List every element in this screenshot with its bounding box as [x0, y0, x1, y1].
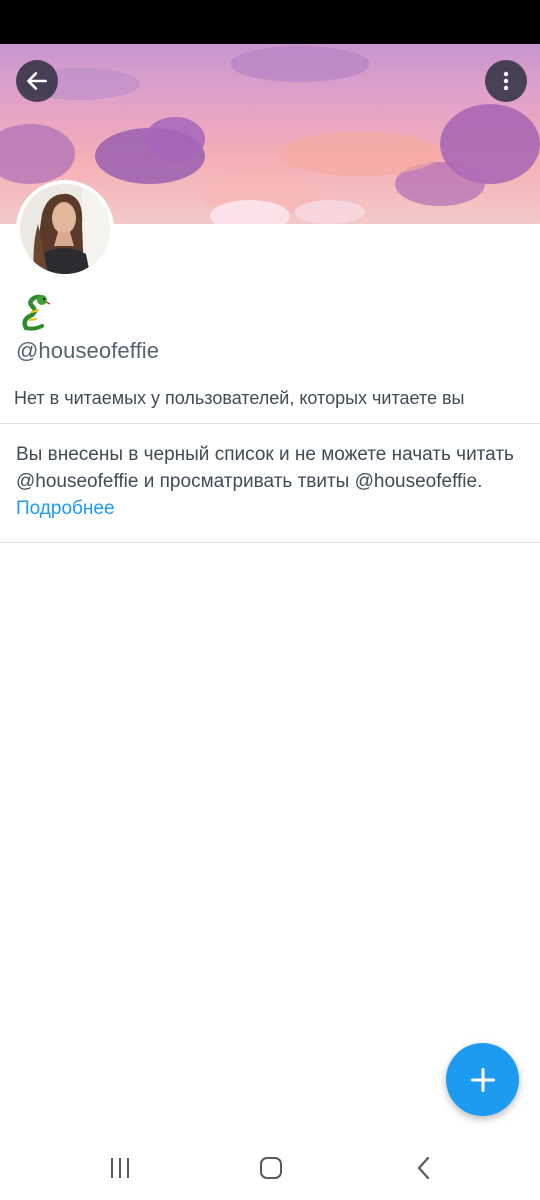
- avatar[interactable]: [16, 180, 114, 278]
- system-navigation-bar: [0, 1136, 540, 1200]
- blocked-notice: Вы внесены в черный список и не можете н…: [16, 441, 516, 522]
- profile-handle: @houseofeffie: [16, 338, 160, 363]
- home-icon: [260, 1157, 282, 1179]
- back-button[interactable]: [16, 60, 58, 102]
- learn-more-link[interactable]: Подробнее: [16, 498, 115, 519]
- blocked-notice-text: Вы внесены в черный список и не можете н…: [16, 444, 514, 492]
- divider: [0, 423, 540, 424]
- arrow-left-icon: [27, 72, 47, 90]
- follow-context-note: Нет в читаемых у пользователей, которых …: [14, 388, 465, 408]
- avatar-image: [20, 184, 110, 274]
- plus-icon: [470, 1067, 495, 1092]
- compose-button[interactable]: [446, 1043, 519, 1116]
- status-bar: [0, 0, 540, 44]
- dragon-emoji-icon: [18, 292, 54, 332]
- more-vertical-icon: [503, 71, 509, 91]
- more-options-button[interactable]: [485, 60, 527, 102]
- home-button[interactable]: [251, 1152, 291, 1184]
- back-chevron-icon: [417, 1156, 430, 1180]
- recents-button[interactable]: [100, 1152, 140, 1184]
- divider: [0, 542, 540, 543]
- recents-icon: [111, 1158, 129, 1178]
- system-back-button[interactable]: [404, 1152, 444, 1184]
